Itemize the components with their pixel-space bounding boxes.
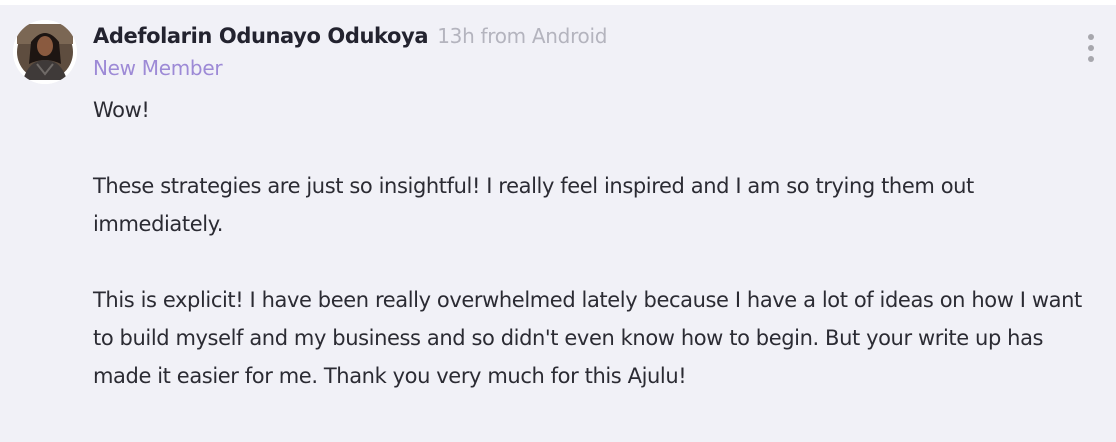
- comment-paragraph: Wow!: [93, 98, 150, 122]
- menu-dot: [1088, 45, 1094, 51]
- avatar[interactable]: [13, 20, 77, 84]
- menu-dot: [1088, 56, 1094, 62]
- avatar-photo: [13, 20, 77, 84]
- comment-paragraph: These strategies are just so insightful!…: [93, 174, 974, 236]
- post-timestamp: 13h from Android: [437, 24, 608, 48]
- author-name[interactable]: Adefolarin Odunayo Odukoya: [93, 24, 429, 48]
- comment-body: Wow! These strategies are just so insigh…: [93, 91, 1103, 395]
- comment-paragraph: This is explicit! I have been really ove…: [93, 288, 1082, 388]
- more-vertical-icon[interactable]: [1080, 31, 1102, 67]
- menu-dot: [1088, 34, 1094, 40]
- post-header: Adefolarin Odunayo Odukoya 13h from Andr…: [93, 23, 607, 51]
- comment-card: Adefolarin Odunayo Odukoya 13h from Andr…: [0, 5, 1116, 442]
- member-role-label: New Member: [93, 56, 223, 80]
